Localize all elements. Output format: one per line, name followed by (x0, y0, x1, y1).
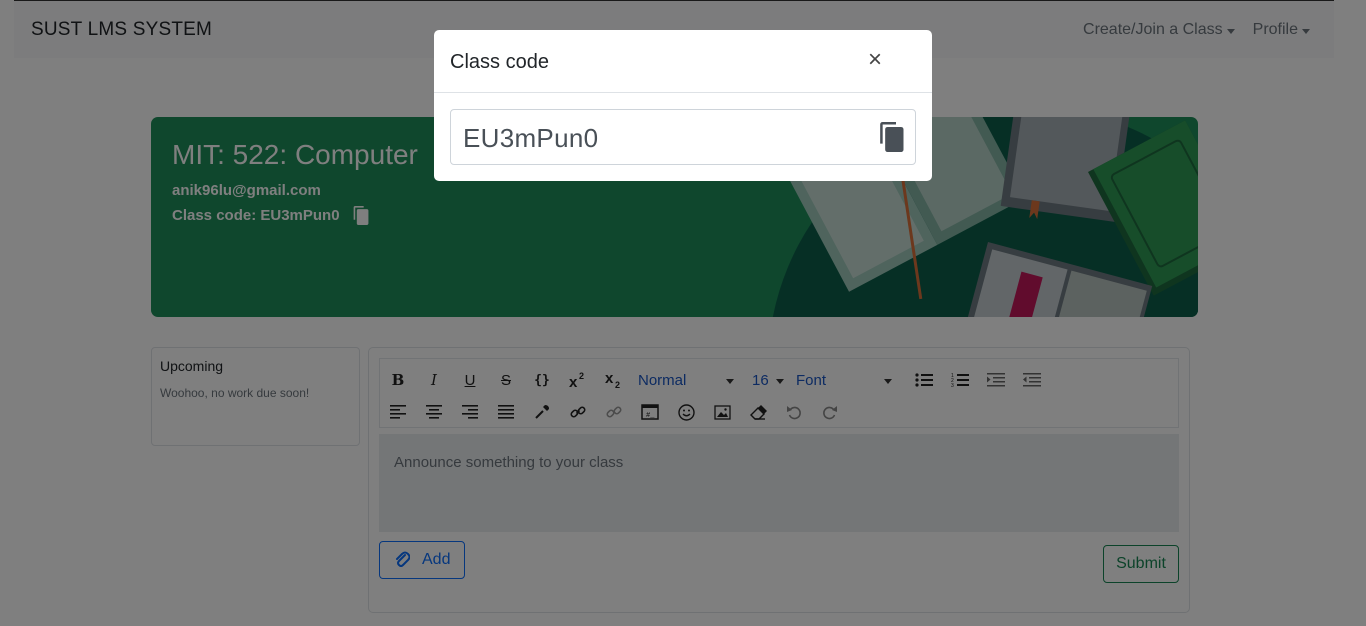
class-code-value: EU3mPun0 (463, 123, 599, 153)
modal-header: Class code × (434, 30, 932, 93)
copy-icon[interactable] (877, 122, 905, 152)
modal-title: Class code (450, 51, 549, 73)
close-icon[interactable]: × (868, 48, 882, 72)
class-code-modal: Class code × EU3mPun0 (434, 30, 932, 181)
class-code-field[interactable]: EU3mPun0 (450, 109, 916, 165)
